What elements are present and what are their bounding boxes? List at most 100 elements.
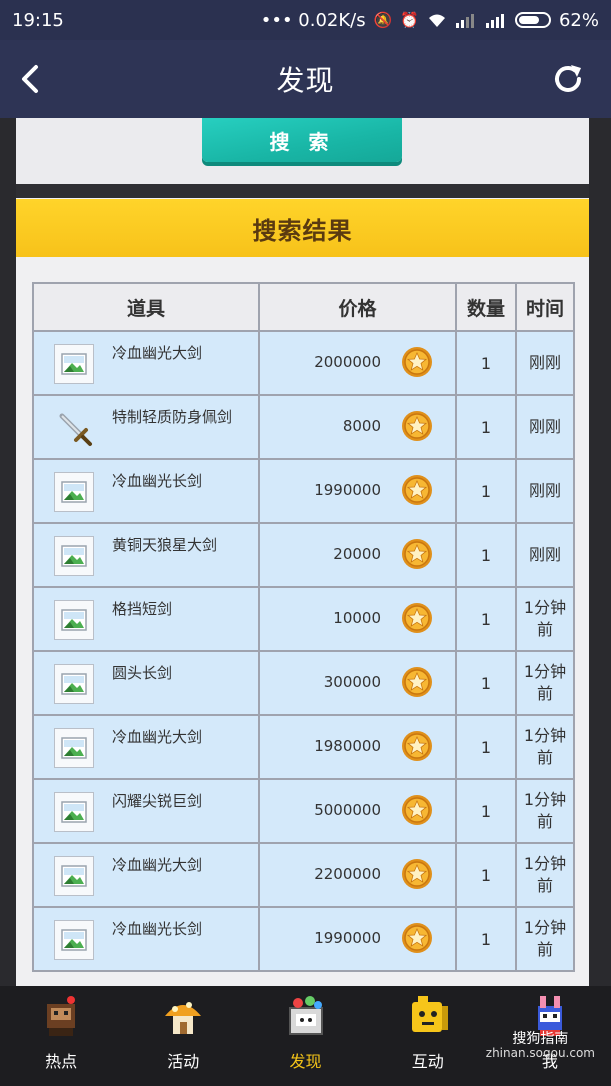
back-arrow-icon (22, 65, 38, 93)
table-header-row: 道具 价格 数量 时间 (32, 282, 575, 332)
broken-image-icon (54, 792, 94, 832)
price-cell: 20000 (258, 522, 457, 588)
table-row[interactable]: 特制轻质防身佩剑 8000 1 刚刚 (32, 394, 575, 460)
wifi-icon (428, 14, 445, 27)
tab-label: 活动 (167, 1052, 200, 1071)
table-row[interactable]: 冷血幽光长剑 1990000 1 1分钟前 (32, 906, 575, 972)
quantity-value: 1 (455, 522, 517, 588)
tab-label: 发现 (289, 1052, 322, 1071)
item-cell: 圆头长剑 (32, 650, 260, 716)
coin-icon (401, 602, 433, 634)
coin-icon (401, 410, 433, 442)
results-banner: 搜索结果 (16, 199, 589, 257)
table-row[interactable]: 冷血幽光大剑 2000000 1 刚刚 (32, 330, 575, 396)
nav-bar: 发现 (0, 40, 611, 118)
table-row[interactable]: 圆头长剑 300000 1 1分钟前 (32, 650, 575, 716)
price-cell: 8000 (258, 394, 457, 460)
table-row[interactable]: 冷血幽光长剑 1990000 1 刚刚 (32, 458, 575, 524)
quantity-value: 1 (455, 906, 517, 972)
broken-image-icon (54, 664, 94, 704)
tab-activity[interactable]: 活动 (122, 986, 244, 1086)
item-name: 冷血幽光长剑 (112, 920, 203, 938)
quantity-value: 1 (455, 458, 517, 524)
mute-bell-icon: 🔕 (373, 11, 393, 29)
item-cell: 冷血幽光大剑 (32, 330, 260, 396)
broken-image-icon (54, 344, 94, 384)
price-value: 20000 (333, 545, 381, 563)
item-cell: 特制轻质防身佩剑 (32, 394, 260, 460)
item-name: 圆头长剑 (112, 664, 173, 682)
item-cell: 黄铜天狼星大剑 (32, 522, 260, 588)
yellow-cube-icon (404, 992, 452, 1040)
tab-discover[interactable]: 发现 (244, 986, 366, 1086)
price-value: 2000000 (314, 353, 381, 371)
item-name: 冷血幽光大剑 (112, 344, 203, 362)
battery-percent: 62% (558, 9, 599, 31)
quantity-value: 1 (455, 650, 517, 716)
price-cell: 1980000 (258, 714, 457, 780)
header-qty[interactable]: 数量 (455, 282, 517, 332)
refresh-icon (555, 65, 581, 92)
item-name: 闪耀尖锐巨剑 (112, 792, 203, 810)
results-table: 道具 价格 数量 时间 冷血幽光大剑 2000000 1 刚刚 特制轻质防身佩剑 8000… (32, 282, 575, 972)
mushroom-house-icon (159, 992, 207, 1040)
watermark-main: 搜狗指南 (512, 1031, 569, 1047)
sword-icon (54, 408, 94, 448)
quantity-value: 1 (455, 330, 517, 396)
coin-icon (401, 666, 433, 698)
status-indicators: ••• 0.02K/s 🔕 ⏰ 62% (261, 10, 599, 31)
price-value: 5000000 (314, 801, 381, 819)
quantity-value: 1 (455, 394, 517, 460)
item-cell: 冷血幽光大剑 (32, 714, 260, 780)
broken-image-icon (54, 856, 94, 896)
broken-image-icon (54, 920, 94, 960)
results-title: 搜索结果 (252, 216, 353, 245)
quantity-value: 1 (455, 714, 517, 780)
discover-cart-icon (282, 992, 330, 1040)
item-name: 黄铜天狼星大剑 (112, 536, 218, 554)
battery-icon (514, 12, 551, 28)
table-row[interactable]: 格挡短剑 10000 1 1分钟前 (32, 586, 575, 652)
coin-icon (401, 858, 433, 890)
header-item[interactable]: 道具 (32, 282, 260, 332)
status-time: 19:15 (12, 9, 64, 31)
time-value: 1分钟前 (515, 650, 575, 716)
coin-icon (401, 730, 433, 762)
content-panel: 搜 索 搜索结果 道具 价格 数量 时间 冷血幽光大剑 2000000 1 刚刚 特制轻… (16, 118, 589, 986)
item-name: 冷血幽光长剑 (112, 472, 203, 490)
quantity-value: 1 (455, 842, 517, 908)
price-cell: 300000 (258, 650, 457, 716)
price-value: 2200000 (314, 865, 381, 883)
refresh-button[interactable] (545, 56, 591, 102)
item-cell: 冷血幽光长剑 (32, 458, 260, 524)
table-row[interactable]: 冷血幽光大剑 2200000 1 1分钟前 (32, 842, 575, 908)
coin-icon (401, 538, 433, 570)
time-value: 刚刚 (515, 394, 575, 460)
time-value: 1分钟前 (515, 714, 575, 780)
item-cell: 冷血幽光大剑 (32, 842, 260, 908)
item-name: 特制轻质防身佩剑 (112, 408, 233, 426)
page-title: 发现 (276, 64, 335, 97)
alarm-icon: ⏰ (400, 11, 419, 29)
table-row[interactable]: 闪耀尖锐巨剑 5000000 1 1分钟前 (32, 778, 575, 844)
signal-icon-2 (485, 14, 504, 28)
tab-interact[interactable]: 互动 (367, 986, 489, 1086)
price-cell: 1990000 (258, 458, 457, 524)
header-price[interactable]: 价格 (258, 282, 457, 332)
time-value: 刚刚 (515, 458, 575, 524)
quantity-value: 1 (455, 778, 517, 844)
search-area: 搜 索 (16, 118, 589, 184)
table-row[interactable]: 冷血幽光大剑 1980000 1 1分钟前 (32, 714, 575, 780)
broken-image-icon (54, 728, 94, 768)
search-button[interactable]: 搜 索 (202, 118, 402, 162)
price-value: 8000 (342, 417, 381, 435)
table-row[interactable]: 黄铜天狼星大剑 20000 1 刚刚 (32, 522, 575, 588)
price-value: 10000 (333, 609, 381, 627)
header-time[interactable]: 时间 (515, 282, 575, 332)
tab-hotspot[interactable]: 热点 (0, 986, 122, 1086)
price-value: 1990000 (314, 929, 381, 947)
tab-label: 热点 (45, 1052, 78, 1071)
broken-image-icon (54, 600, 94, 640)
coin-icon (401, 794, 433, 826)
back-button[interactable] (8, 56, 54, 102)
